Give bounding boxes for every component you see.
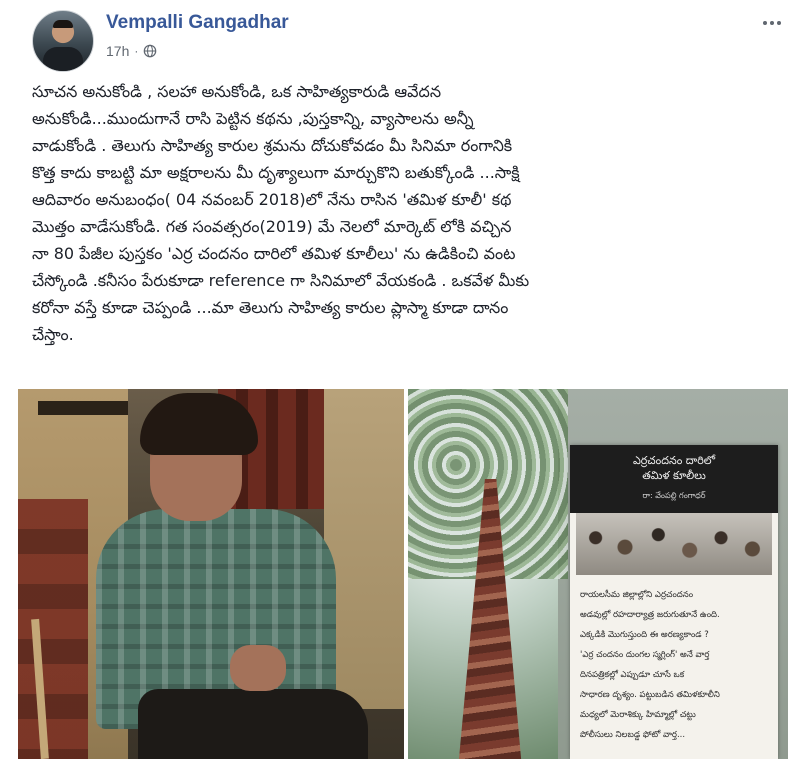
book-title-line: ఎర్రచందనం దారిలో: [632, 454, 716, 467]
post-text-line: అనుకోండి...ముందుగానే రాసి పెట్టిన కథను ,…: [32, 109, 474, 128]
meta-separator: ·: [134, 44, 139, 58]
book-title-line: తమిళ కూలీలు: [642, 469, 706, 482]
post-text: సూచన అనుకోండి , సలహా అనుకోండి, ఒక సాహిత్…: [32, 78, 782, 348]
book-blurb-line: మధ్యలో మెరాశిక్కు హిమ్మాల్లో చట్టు: [580, 710, 696, 720]
post-photo-movie-still[interactable]: [18, 389, 404, 759]
post-meta: 17h ·: [106, 43, 157, 59]
photo-man-hand: [230, 645, 286, 691]
book-blurb-line: రాయలసీమ జిల్లాల్లోని ఎర్రచందనం: [580, 590, 694, 600]
book-blurb-line: సాధారణ దృశ్యం. పట్టుబడిన తమిళకూలీని: [580, 690, 720, 700]
more-options-icon[interactable]: [758, 14, 786, 32]
avatar-hair: [53, 20, 73, 28]
photo-belt: [38, 401, 128, 415]
post-text-line: కరోనా వస్తే కూడా చెప్పండి ...మా తెలుగు స…: [32, 298, 509, 317]
post-text-line: మొత్తం వాడేసుకోండి. గత సంవత్సరం(2019) మే…: [32, 217, 512, 236]
book-author: రా: వేంపల్లి గంగాధర్: [642, 491, 706, 500]
book-blurb-line: 'ఎర్ర చందనం దుంగల స్మగ్లింగ్' అనే వార్త: [580, 650, 710, 660]
more-dot: [763, 21, 767, 25]
post-text-line: ఆదివారం అనుబంధం( 04 నవంబర్ 2018)లో నేను …: [32, 190, 512, 209]
book-blurb-line: పోలీసులు నిలబడ్డ ఫోటో వార్త...: [580, 730, 686, 740]
post-timestamp[interactable]: 17h: [106, 43, 129, 59]
post-text-line: కొత్త కాదు కాబట్టి మా అక్షరాలను మీ దృశ్య…: [32, 163, 520, 182]
photo-man-pants: [138, 689, 368, 759]
post-text-line: చేస్కోండి .కనీసం పేరుకూడా reference గా స…: [32, 271, 530, 290]
book-blurb-line: దినపత్రికల్లో ఎప్పుడూ చూసే ఒక: [580, 670, 685, 680]
post-text-line: వాడుకోండి . తెలుగు సాహిత్య కారుల శ్రమను …: [32, 136, 513, 155]
avatar-shirt: [43, 47, 83, 71]
book-blurb-line: ఎక్కడికి మొగుస్తుంది ఈ అరణ్యకాండ ?: [580, 630, 709, 640]
photo-policeman-right: [324, 389, 404, 709]
book-title-block: ఎర్రచందనం దారిలో తమిళ కూలీలు రా: వేంపల్ల…: [570, 445, 778, 513]
globe-icon[interactable]: [143, 44, 157, 58]
facebook-post: Vempalli Gangadhar 17h · సూచన అనుకోండి ,…: [0, 0, 800, 759]
post-text-line: నా 80 పేజీల పుస్తకం 'ఎర్ర చందనం దారిలో త…: [32, 244, 516, 263]
post-text-line: సూచన అనుకోండి , సలహా అనుకోండి, ఒక సాహిత్…: [32, 82, 442, 101]
book-title: ఎర్రచందనం దారిలో తమిళ కూలీలు: [580, 453, 768, 483]
book-cover: ఎర్రచందనం దారిలో తమిళ కూలీలు రా: వేంపల్ల…: [570, 445, 778, 759]
book-blurb: రాయలసీమ జిల్లాల్లోని ఎర్రచందనం అడవుల్లో …: [580, 585, 772, 745]
book-cover-photo: [576, 513, 772, 575]
book-blurb-line: అడవుల్లో రహదార్యాత్ర జరుగుతూనే ఉంది.: [580, 610, 720, 620]
author-name-link[interactable]: Vempalli Gangadhar: [106, 12, 289, 34]
post-text-line: చేస్తాం.: [32, 325, 74, 344]
more-dot: [777, 21, 781, 25]
author-avatar[interactable]: [32, 10, 94, 72]
more-dot: [770, 21, 774, 25]
photo-red-sanders-logs: [18, 499, 88, 759]
